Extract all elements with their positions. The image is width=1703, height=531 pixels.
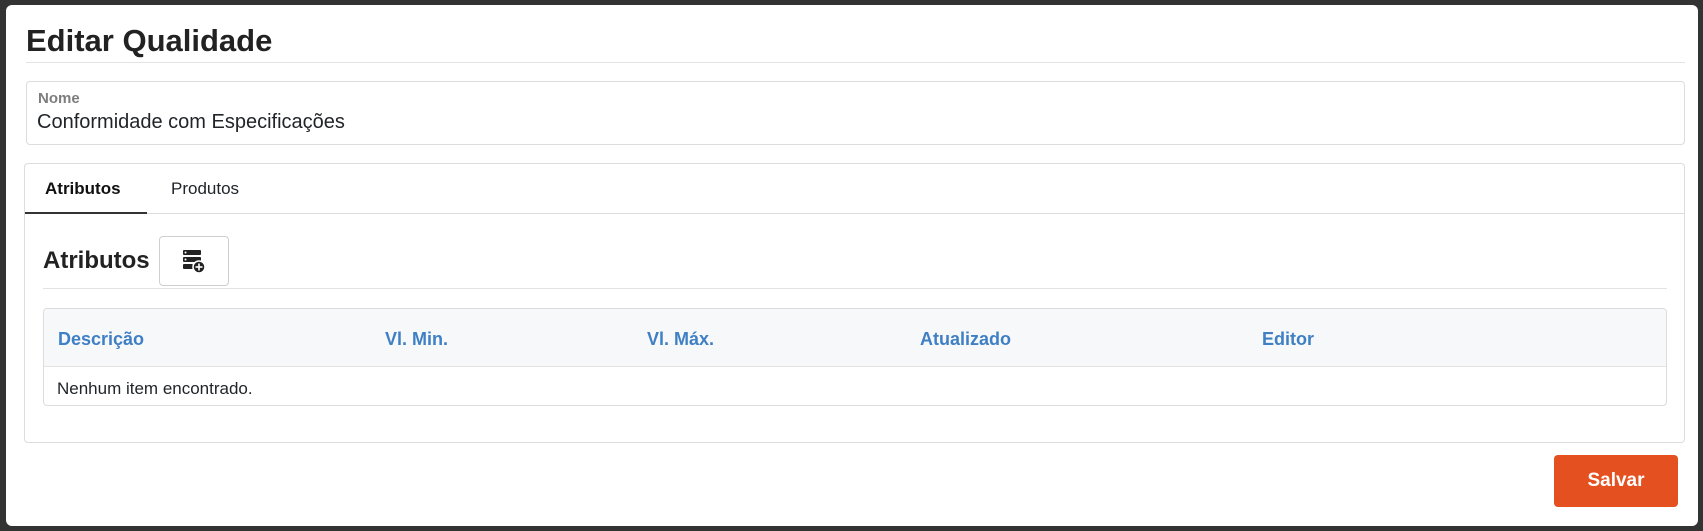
column-descricao[interactable]: Descrição: [58, 329, 144, 350]
attributes-section-title: Atributos: [43, 247, 150, 274]
name-input[interactable]: [37, 108, 1637, 136]
attributes-table: Descrição Vl. Min. Vl. Máx. Atualizado E…: [43, 308, 1667, 406]
tab-bar: Atributos Produtos: [25, 164, 1684, 214]
title-divider: [26, 62, 1685, 63]
edit-quality-window: Editar Qualidade Nome Atributos Produtos…: [6, 5, 1698, 526]
tab-atributos[interactable]: Atributos: [25, 164, 147, 214]
name-label: Nome: [38, 90, 80, 107]
page-title: Editar Qualidade: [26, 23, 273, 58]
add-attribute-button[interactable]: [159, 236, 229, 286]
column-vl-min[interactable]: Vl. Min.: [385, 329, 448, 350]
column-atualizado[interactable]: Atualizado: [920, 329, 1011, 350]
empty-table-message: Nenhum item encontrado.: [57, 379, 253, 398]
column-vl-max[interactable]: Vl. Máx.: [647, 329, 714, 350]
save-button[interactable]: Salvar: [1554, 455, 1678, 507]
tab-panel: Atributos Produtos Atributos Descrição V…: [24, 163, 1685, 443]
database-add-icon: [183, 250, 206, 273]
tab-produtos[interactable]: Produtos: [151, 164, 259, 214]
table-header: Descrição Vl. Min. Vl. Máx. Atualizado E…: [44, 309, 1666, 367]
section-divider: [43, 288, 1667, 289]
column-editor[interactable]: Editor: [1262, 329, 1314, 350]
name-field-group: Nome: [26, 81, 1685, 145]
